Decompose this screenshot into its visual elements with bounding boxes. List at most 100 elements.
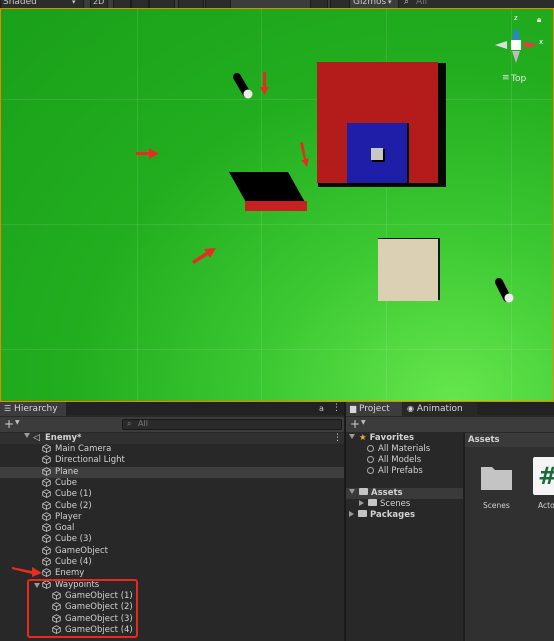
asset-tile-scenes[interactable]: Scenes bbox=[480, 463, 513, 523]
chevron-down-icon: ▼ bbox=[361, 419, 366, 426]
slab-shadow bbox=[229, 172, 306, 204]
hierarchy-item-label: Cube (1) bbox=[55, 489, 92, 500]
expand-arrow-icon[interactable] bbox=[349, 511, 354, 517]
list-icon: ☰ bbox=[4, 404, 12, 413]
tab-animation[interactable]: ◉ Animation bbox=[403, 402, 477, 416]
lock-icon[interactable]: 🔒︎ bbox=[537, 15, 541, 25]
search-icon bbox=[367, 467, 374, 474]
grid-dropdown[interactable] bbox=[205, 0, 231, 8]
tools-button[interactable] bbox=[310, 0, 328, 8]
waypoint-arrow bbox=[136, 148, 159, 159]
mode-2d-label: 2D bbox=[93, 0, 105, 6]
player-capsule bbox=[243, 89, 253, 99]
lighting-toggle[interactable] bbox=[113, 0, 131, 8]
hierarchy-item[interactable]: Directional Light bbox=[0, 455, 344, 466]
hierarchy-item[interactable]: GameObject bbox=[0, 546, 344, 557]
search-icon bbox=[367, 456, 374, 463]
hierarchy-item[interactable]: Cube (4) bbox=[0, 557, 344, 568]
hierarchy-panel: ☰ Hierarchy a ⋮ + ▼ ⌕ All ◁ Enemy* ⋮ Mai… bbox=[0, 402, 344, 641]
scenes-folder-label: Scenes bbox=[380, 499, 411, 509]
scene-view[interactable]: z x 🔒︎ ≡ Top bbox=[0, 8, 554, 402]
gizmo-center bbox=[511, 40, 521, 50]
assets-row[interactable]: Assets bbox=[346, 488, 464, 499]
animation-icon: ◉ bbox=[407, 404, 414, 413]
kebab-menu-icon[interactable]: ⋮ bbox=[332, 403, 341, 413]
kebab-menu-icon[interactable]: ⋮ bbox=[333, 433, 342, 444]
expand-arrow-icon[interactable] bbox=[359, 500, 364, 506]
chevron-down-icon: ▾ bbox=[388, 0, 392, 6]
scene-root-row[interactable]: ◁ Enemy* ⋮ bbox=[0, 433, 344, 444]
asset-breadcrumb-label[interactable]: Assets bbox=[468, 435, 500, 445]
gameobject-icon bbox=[42, 444, 54, 456]
shading-mode-label: Shaded bbox=[3, 0, 37, 7]
effects-dropdown[interactable] bbox=[149, 0, 175, 8]
enemy-annotation-arrow bbox=[12, 567, 42, 577]
gameobject-icon bbox=[42, 466, 54, 479]
scenes-folder-row[interactable]: Scenes bbox=[359, 499, 410, 510]
search-icon: ⌕ bbox=[404, 0, 410, 7]
hierarchy-item[interactable]: Goal bbox=[0, 523, 344, 534]
hierarchy-item[interactable]: Cube bbox=[0, 478, 344, 489]
audio-toggle[interactable] bbox=[131, 0, 149, 8]
hierarchy-item-label: Plane bbox=[55, 466, 79, 477]
gameobject-icon bbox=[42, 478, 54, 490]
hierarchy-item[interactable]: Enemy bbox=[0, 568, 344, 579]
hierarchy-item[interactable]: Main Camera bbox=[0, 444, 344, 455]
view-orientation-icon: ≡ bbox=[502, 73, 510, 83]
expand-arrow-icon[interactable] bbox=[349, 489, 355, 494]
favorites-row[interactable]: ★ Favorites bbox=[349, 433, 414, 444]
hierarchy-item[interactable]: Cube (1) bbox=[0, 489, 344, 500]
chevron-down-icon: ▾ bbox=[72, 0, 76, 6]
hierarchy-search-input[interactable] bbox=[122, 419, 342, 430]
packages-row[interactable]: Packages bbox=[349, 510, 415, 521]
hierarchy-item-label: Cube (3) bbox=[55, 534, 92, 545]
add-button[interactable]: + bbox=[4, 417, 14, 431]
favorites-item[interactable]: All Prefabs bbox=[367, 466, 423, 477]
gizmo-neg-y-cone bbox=[512, 51, 520, 63]
gizmo-x-cone bbox=[525, 41, 537, 49]
gameobject-icon bbox=[42, 500, 54, 513]
tab-project[interactable]: ▆ Project bbox=[346, 402, 402, 416]
favorites-label: Favorites bbox=[369, 433, 415, 443]
packages-label: Packages bbox=[370, 510, 416, 520]
waypoint-arrow bbox=[260, 72, 269, 95]
scene-name: Enemy* bbox=[45, 433, 82, 443]
gizmos-label[interactable]: Gizmos bbox=[353, 0, 386, 8]
hierarchy-item[interactable]: Cube (3) bbox=[0, 534, 344, 545]
enemy-capsule bbox=[504, 293, 514, 303]
expand-arrow-icon[interactable] bbox=[24, 433, 30, 438]
favorites-item[interactable]: All Models bbox=[367, 455, 421, 466]
favorites-item[interactable]: All Materials bbox=[367, 444, 430, 455]
folder-icon: ▆ bbox=[350, 404, 357, 413]
scene-objects bbox=[136, 27, 537, 303]
search-icon bbox=[367, 445, 374, 452]
folder-icon bbox=[359, 488, 368, 495]
expand-arrow-icon[interactable] bbox=[349, 434, 355, 439]
search-placeholder: All bbox=[416, 0, 428, 7]
unity-scene-icon: ◁ bbox=[33, 433, 40, 443]
folder-icon bbox=[481, 467, 512, 490]
tab-hierarchy[interactable]: ☰ Hierarchy bbox=[0, 402, 66, 416]
hidden-objects-toggle[interactable] bbox=[178, 0, 204, 8]
gizmo-z-cone bbox=[512, 27, 520, 39]
hierarchy-item[interactable]: Player bbox=[0, 512, 344, 523]
small-cube bbox=[371, 148, 383, 160]
gameobject-icon bbox=[42, 512, 54, 524]
waypoints-highlight-frame bbox=[27, 579, 138, 638]
waypoint-arrow bbox=[300, 142, 309, 167]
project-panel: ▆ Project ◉ Animation + ▼ ★ Favorites All… bbox=[346, 402, 554, 641]
favorites-item-label: All Prefabs bbox=[378, 466, 423, 476]
search-icon: ⌕ bbox=[127, 419, 132, 428]
star-icon: ★ bbox=[359, 433, 367, 443]
lock-icon[interactable]: a bbox=[319, 404, 324, 413]
add-button[interactable]: + bbox=[350, 417, 360, 431]
asset-tile-label: Acto bbox=[538, 501, 554, 510]
asset-tile-script[interactable]: # Acto bbox=[533, 457, 554, 517]
gizmo-neg-x-cone bbox=[495, 41, 507, 49]
hierarchy-item-label: Cube bbox=[55, 477, 77, 488]
gameobject-icon bbox=[42, 545, 54, 558]
hierarchy-item[interactable]: Cube (2) bbox=[0, 501, 344, 512]
hierarchy-item[interactable]: Plane bbox=[0, 466, 344, 479]
view-orientation-label[interactable]: Top bbox=[511, 74, 526, 84]
camera-dropdown[interactable] bbox=[330, 0, 350, 8]
